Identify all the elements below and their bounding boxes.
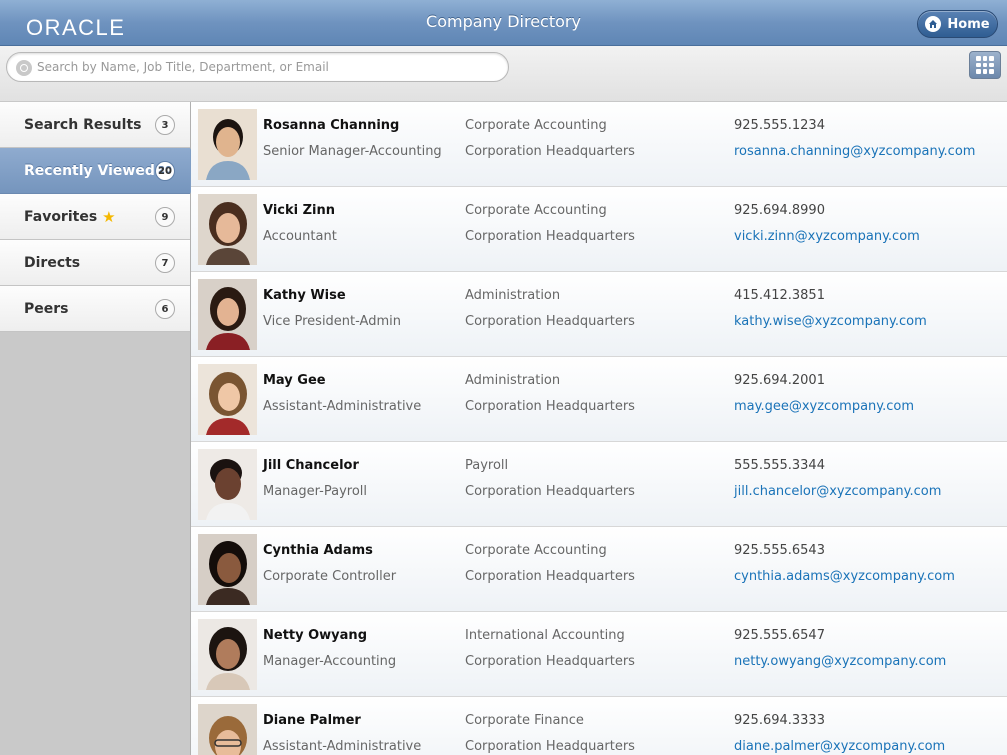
- avatar: [198, 449, 257, 520]
- avatar: [198, 534, 257, 605]
- search-input[interactable]: [37, 57, 497, 77]
- person-department: Corporate Finance: [465, 713, 584, 728]
- sidebar-item-directs[interactable]: Directs 7: [0, 240, 190, 286]
- sidebar: Search Results 3 Recently Viewed 20 Favo…: [0, 102, 202, 755]
- person-email-link[interactable]: kathy.wise@xyzcompany.com: [734, 314, 927, 329]
- person-phone: 925.694.3333: [734, 713, 825, 728]
- count-badge: 7: [155, 253, 175, 273]
- sidebar-item-label: Directs: [24, 254, 81, 271]
- person-name: Rosanna Channing: [263, 118, 400, 133]
- person-email-link[interactable]: diane.palmer@xyzcompany.com: [734, 739, 945, 754]
- person-name: Jill Chancelor: [263, 458, 359, 473]
- list-item[interactable]: Netty Owyang Manager-Accounting Internat…: [191, 612, 1007, 697]
- sidebar-item-label: Peers: [24, 300, 69, 317]
- list-item[interactable]: May Gee Assistant-Administrative Adminis…: [191, 357, 1007, 442]
- person-name: Netty Owyang: [263, 628, 367, 643]
- sidebar-item-label: Search Results: [24, 116, 142, 133]
- sidebar-item-peers[interactable]: Peers 6: [0, 286, 190, 332]
- person-department: Corporate Accounting: [465, 118, 607, 133]
- person-location: Corporation Headquarters: [465, 484, 635, 499]
- count-badge: 3: [155, 115, 175, 135]
- count-badge: 20: [155, 161, 175, 181]
- person-title: Assistant-Administrative: [263, 739, 422, 754]
- person-location: Corporation Headquarters: [465, 739, 635, 754]
- grid-view-button[interactable]: [969, 51, 1001, 79]
- list-item[interactable]: Rosanna Channing Senior Manager-Accounti…: [191, 102, 1007, 187]
- person-email-link[interactable]: jill.chancelor@xyzcompany.com: [734, 484, 941, 499]
- person-department: Administration: [465, 288, 561, 303]
- list-item[interactable]: Jill Chancelor Manager-Payroll Payroll C…: [191, 442, 1007, 527]
- person-title: Senior Manager-Accounting: [263, 144, 442, 159]
- person-email-link[interactable]: may.gee@xyzcompany.com: [734, 399, 914, 414]
- results-list: Rosanna Channing Senior Manager-Accounti…: [191, 102, 1007, 755]
- person-name: May Gee: [263, 373, 326, 388]
- person-phone: 925.555.6547: [734, 628, 825, 643]
- person-name: Kathy Wise: [263, 288, 346, 303]
- person-phone: 925.555.6543: [734, 543, 825, 558]
- avatar: [198, 704, 257, 755]
- person-department: Administration: [465, 373, 561, 388]
- person-name: Cynthia Adams: [263, 543, 373, 558]
- person-location: Corporation Headquarters: [465, 654, 635, 669]
- home-button[interactable]: Home: [917, 10, 998, 38]
- person-title: Manager-Accounting: [263, 654, 397, 669]
- person-title: Corporate Controller: [263, 569, 397, 584]
- page-title: Company Directory: [426, 12, 581, 31]
- avatar: [198, 364, 257, 435]
- person-name: Vicki Zinn: [263, 203, 336, 218]
- person-title: Vice President-Admin: [263, 314, 401, 329]
- person-phone: 925.555.1234: [734, 118, 825, 133]
- person-department: Corporate Accounting: [465, 203, 607, 218]
- sidebar-item-recently-viewed[interactable]: Recently Viewed 20: [0, 148, 202, 194]
- person-title: Accountant: [263, 229, 337, 244]
- search-icon: [16, 60, 32, 76]
- person-department: Corporate Accounting: [465, 543, 607, 558]
- person-location: Corporation Headquarters: [465, 399, 635, 414]
- person-location: Corporation Headquarters: [465, 229, 635, 244]
- home-button-label: Home: [947, 16, 990, 32]
- person-phone: 925.694.2001: [734, 373, 825, 388]
- person-phone: 415.412.3851: [734, 288, 825, 303]
- search-field[interactable]: [6, 52, 509, 82]
- person-title: Assistant-Administrative: [263, 399, 422, 414]
- person-location: Corporation Headquarters: [465, 569, 635, 584]
- grid-icon: [976, 56, 981, 61]
- list-item[interactable]: Diane Palmer Assistant-Administrative Co…: [191, 697, 1007, 755]
- person-title: Manager-Payroll: [263, 484, 367, 499]
- list-item[interactable]: Cynthia Adams Corporate Controller Corpo…: [191, 527, 1007, 612]
- avatar: [198, 619, 257, 690]
- person-phone: 555.555.3344: [734, 458, 825, 473]
- count-badge: 6: [155, 299, 175, 319]
- person-email-link[interactable]: cynthia.adams@xyzcompany.com: [734, 569, 955, 584]
- sidebar-item-search-results[interactable]: Search Results 3: [0, 102, 190, 148]
- person-location: Corporation Headquarters: [465, 144, 635, 159]
- list-item[interactable]: Kathy Wise Vice President-Admin Administ…: [191, 272, 1007, 357]
- sidebar-item-label: Recently Viewed: [24, 162, 155, 179]
- person-location: Corporation Headquarters: [465, 314, 635, 329]
- person-department: Payroll: [465, 458, 509, 473]
- sidebar-item-label: Favorites: [24, 208, 98, 225]
- person-department: International Accounting: [465, 628, 625, 643]
- app-header: ORACLE Company Directory Home: [0, 0, 1007, 46]
- star-icon: ★: [102, 207, 116, 226]
- search-bar: [0, 46, 1007, 102]
- count-badge: 9: [155, 207, 175, 227]
- person-email-link[interactable]: netty.owyang@xyzcompany.com: [734, 654, 946, 669]
- home-icon: [925, 16, 942, 32]
- person-email-link[interactable]: rosanna.channing@xyzcompany.com: [734, 144, 975, 159]
- avatar: [198, 279, 257, 350]
- avatar: [198, 194, 257, 265]
- person-name: Diane Palmer: [263, 713, 361, 728]
- sidebar-item-favorites[interactable]: Favorites ★ 9: [0, 194, 190, 240]
- list-item[interactable]: Vicki Zinn Accountant Corporate Accounti…: [191, 187, 1007, 272]
- avatar: [198, 109, 257, 180]
- person-email-link[interactable]: vicki.zinn@xyzcompany.com: [734, 229, 920, 244]
- person-phone: 925.694.8990: [734, 203, 825, 218]
